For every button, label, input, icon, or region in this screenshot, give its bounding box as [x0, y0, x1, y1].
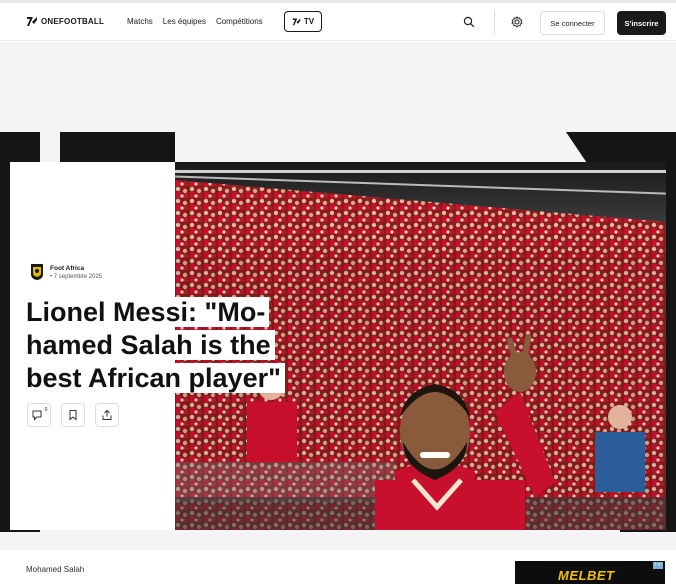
- nav-matches[interactable]: Matchs: [127, 17, 153, 26]
- tv-button[interactable]: TV: [284, 11, 322, 32]
- bookmark-button[interactable]: [61, 403, 85, 427]
- comments-button[interactable]: 0: [27, 403, 51, 427]
- article-title-line-1: Lionel Messi: "Mo-: [26, 297, 270, 327]
- comment-count: 0: [44, 407, 48, 413]
- article-title-line-3: best African player": [26, 363, 285, 393]
- brand-name: ONEFOOTBALL: [41, 16, 105, 26]
- onefootball-mark-icon: [27, 17, 37, 26]
- source-name: Foot Africa: [50, 264, 85, 272]
- signup-button[interactable]: S'inscrire: [617, 11, 666, 35]
- article-actions: 0: [27, 403, 119, 427]
- ad-info-icon[interactable]: i ×: [653, 562, 663, 569]
- share-icon: [102, 409, 112, 420]
- search-button[interactable]: [458, 11, 480, 33]
- ad-brand: MELBET: [558, 568, 615, 583]
- comment-icon: [32, 410, 42, 421]
- login-button[interactable]: Se connecter: [540, 11, 605, 35]
- article-title: Lionel Messi: "Mo- hamed Salah is the be…: [26, 296, 294, 395]
- bookmark-icon: [69, 410, 77, 421]
- advertisement-banner[interactable]: MELBET i ×: [515, 561, 665, 584]
- tv-label: TV: [303, 17, 315, 26]
- article-source[interactable]: Foot Africa • 7 septembre 2025: [30, 263, 102, 281]
- site-header: ONEFOOTBALL Matchs Les équipes Compétiti…: [0, 3, 676, 41]
- header-divider: [494, 10, 495, 34]
- nav-teams[interactable]: Les équipes: [163, 17, 206, 26]
- settings-button[interactable]: [506, 11, 528, 33]
- foot-africa-logo-icon: [31, 264, 43, 280]
- article-title-line-2: hamed Salah is the: [26, 330, 275, 360]
- topic-tag[interactable]: Mohamed Salah: [26, 565, 84, 574]
- nav-competitions[interactable]: Compétitions: [216, 17, 263, 26]
- main-nav: Matchs Les équipes Compétitions: [127, 17, 263, 26]
- search-icon: [463, 16, 475, 28]
- onefootball-logo[interactable]: ONEFOOTBALL: [26, 15, 104, 27]
- share-button[interactable]: [95, 403, 119, 427]
- onefootball-tv-icon: [292, 18, 301, 26]
- gear-icon: [511, 16, 523, 28]
- publish-date: • 7 septembre 2025: [50, 273, 103, 280]
